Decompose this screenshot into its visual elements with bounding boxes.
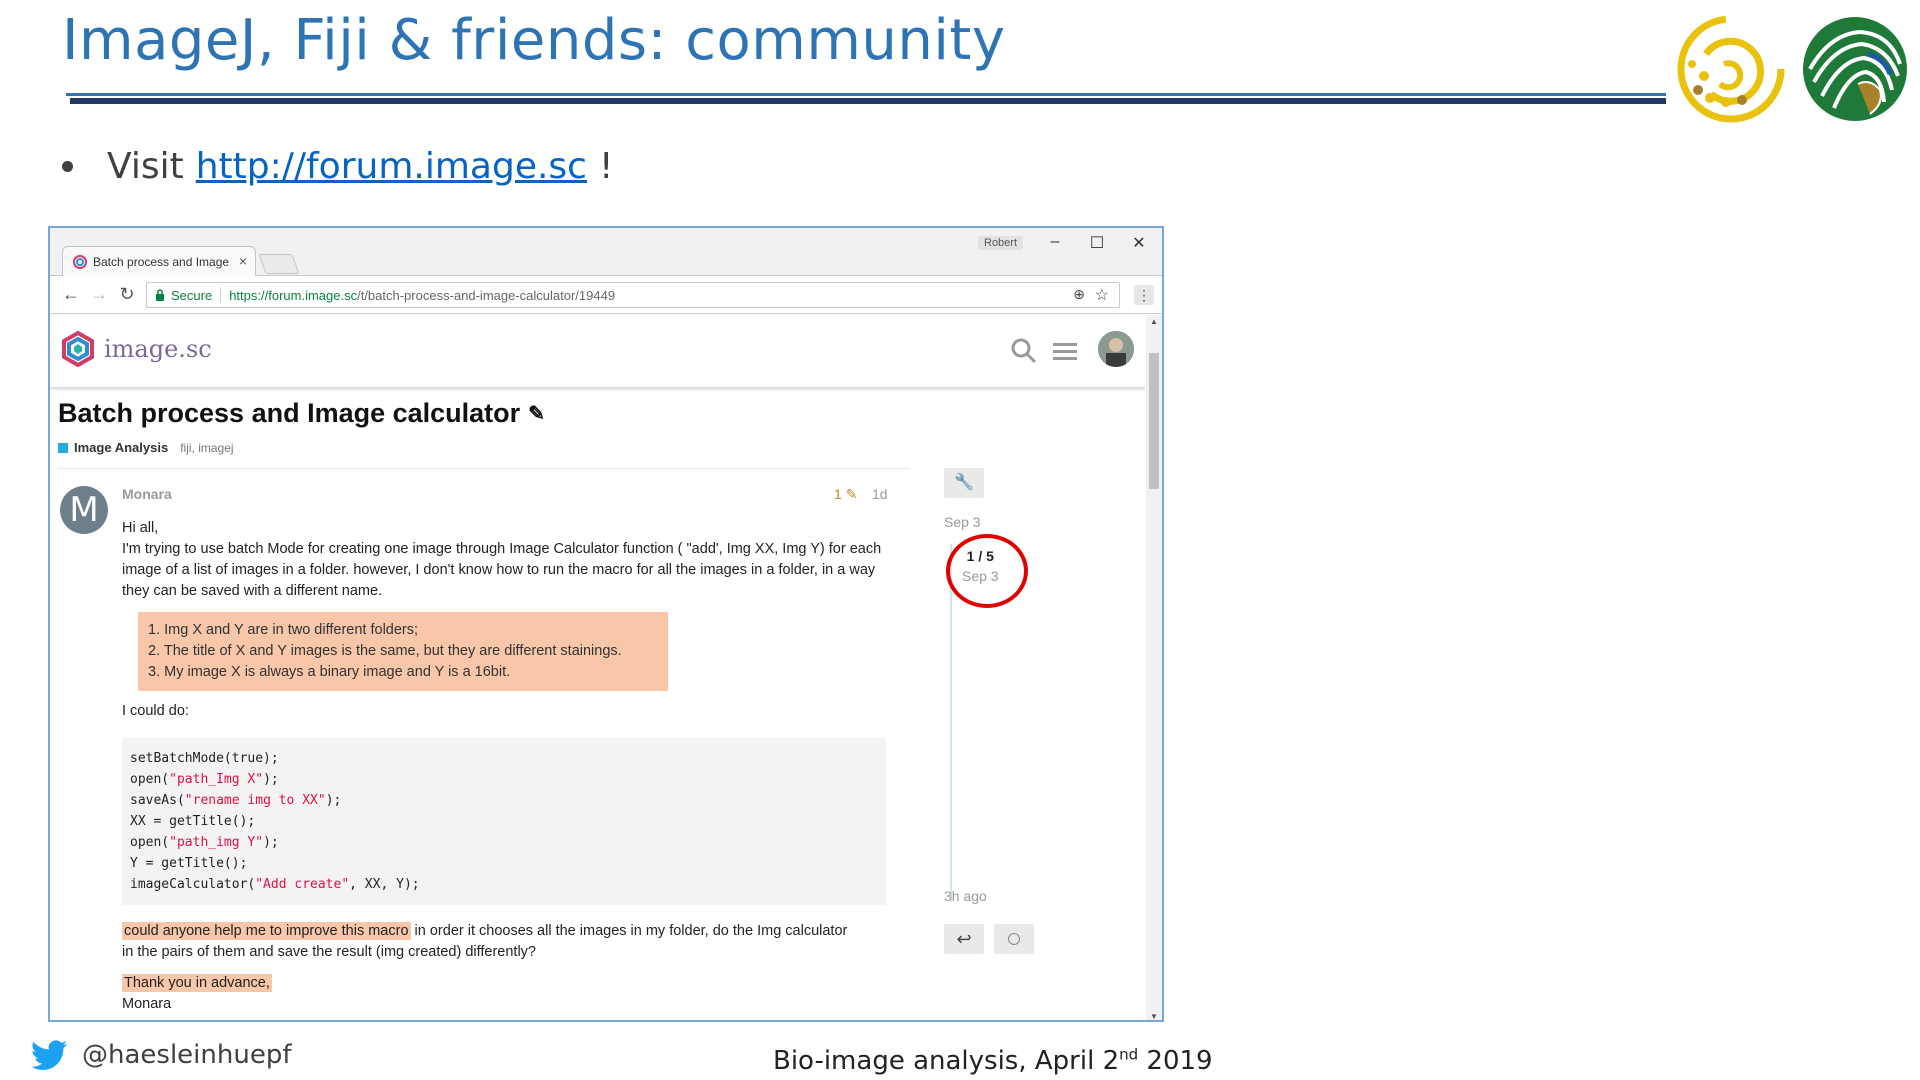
- fiji-logo: [1803, 17, 1907, 121]
- forum-link[interactable]: http://forum.image.sc: [196, 146, 587, 187]
- post-greeting: Hi all,: [122, 520, 159, 536]
- twitter-bird-icon: [32, 1040, 67, 1070]
- code-line: Y = getTitle();: [130, 856, 248, 871]
- topic-divider: [58, 468, 910, 469]
- new-tab-button[interactable]: [258, 254, 300, 274]
- post-question: could anyone help me to improve this mac…: [122, 921, 862, 963]
- post-age[interactable]: 1d: [872, 486, 888, 502]
- scroll-up-icon[interactable]: ▲: [1150, 317, 1158, 326]
- timeline-track[interactable]: [950, 544, 952, 902]
- list-item: 1. Img X and Y are in two different fold…: [148, 622, 419, 638]
- browser-menu-icon[interactable]: ⋮: [1134, 285, 1154, 305]
- topic-title: Batch process and Image calculator ✎: [58, 398, 545, 429]
- browser-tab[interactable]: Batch process and Image ×: [62, 246, 256, 276]
- user-photo-icon: [1098, 331, 1134, 367]
- reply-icon[interactable]: ↩: [944, 924, 984, 954]
- secure-label: Secure: [171, 287, 213, 303]
- lock-icon: [156, 289, 164, 301]
- hamburger-menu-icon[interactable]: [1052, 337, 1078, 365]
- code-line: open("path_Img X");: [130, 772, 279, 787]
- minimize-button[interactable]: –: [1040, 233, 1070, 251]
- forum-header: image.sc: [50, 315, 1146, 387]
- bullet-dot: [62, 161, 73, 172]
- post-author-avatar[interactable]: M: [60, 486, 108, 534]
- topic-meta: Image Analysis fiji, imagej: [58, 440, 234, 455]
- tab-close-icon[interactable]: ×: [239, 253, 247, 269]
- bookmark-star-icon[interactable]: ☆: [1095, 285, 1109, 305]
- post-signature: Monara: [122, 996, 172, 1012]
- tab-title: Batch process and Image: [93, 254, 230, 269]
- annotation-red-circle: [946, 534, 1028, 608]
- tab-bar: Batch process and Image × Robert – ☐ ✕: [50, 228, 1162, 276]
- bullet-suffix: !: [598, 146, 614, 187]
- back-icon[interactable]: ←: [60, 284, 82, 305]
- edit-history-icon: ✎: [845, 486, 858, 502]
- url-field[interactable]: Secure https://forum.image.sc /t/batch-p…: [146, 282, 1120, 308]
- code-line: saveAs("rename img to XX");: [130, 793, 342, 808]
- footer-twitter: @haesleinhuepf: [32, 1040, 292, 1070]
- title-rule-accent: [70, 98, 1666, 104]
- bullet-prefix: Visit: [107, 146, 184, 187]
- address-bar: ← → ↻ Secure https://forum.image.sc /t/b…: [50, 276, 1162, 314]
- imagesc-favicon: [73, 254, 87, 269]
- title-rule: [66, 93, 1666, 96]
- admin-wrench-icon[interactable]: 🔧: [944, 468, 984, 498]
- maximize-button[interactable]: ☐: [1082, 233, 1112, 253]
- topic-tags[interactable]: fiji, imagej: [180, 441, 233, 455]
- edit-pencil-icon[interactable]: ✎: [528, 401, 545, 426]
- twitter-handle: @haesleinhuepf: [82, 1040, 292, 1070]
- site-brand: image.sc: [104, 335, 212, 363]
- requirements-list: 1. Img X and Y are in two different fold…: [138, 612, 668, 691]
- question-highlight: could anyone help me to improve this mac…: [122, 922, 411, 940]
- post-username[interactable]: Monara: [122, 486, 172, 502]
- topic-title-text: Batch process and Image calculator: [58, 398, 521, 428]
- url-host: https://forum.image.sc: [229, 287, 358, 303]
- bullet-visit: Visit http://forum.image.sc !: [62, 146, 613, 187]
- timeline-start-date[interactable]: Sep 3: [944, 514, 981, 530]
- slide-title: ImageJ, Fiji & friends: community: [62, 8, 1006, 73]
- close-window-button[interactable]: ✕: [1124, 233, 1154, 253]
- url-divider: [220, 287, 222, 303]
- page-scrollbar[interactable]: ▲ ▼: [1146, 315, 1162, 1020]
- list-item: 3. My image X is always a binary image a…: [148, 664, 511, 680]
- notification-button[interactable]: [994, 924, 1034, 954]
- imagej-logo: [1677, 15, 1785, 123]
- code-line: XX = getTitle();: [130, 814, 256, 829]
- reload-icon[interactable]: ↻: [116, 284, 138, 305]
- user-avatar[interactable]: [1098, 331, 1134, 367]
- scroll-thumb[interactable]: [1149, 353, 1159, 489]
- zoom-icon[interactable]: ⊕: [1073, 286, 1085, 303]
- notification-circle-icon: [1008, 933, 1020, 945]
- site-logo[interactable]: image.sc: [60, 331, 212, 367]
- profile-badge[interactable]: Robert: [978, 236, 1024, 250]
- browser-window: Batch process and Image × Robert – ☐ ✕ ←…: [48, 226, 1164, 1022]
- forward-icon[interactable]: →: [88, 284, 110, 305]
- timeline-end-date[interactable]: 3h ago: [944, 888, 987, 904]
- edit-count: 1: [834, 486, 842, 502]
- post-intro: I'm trying to use batch Mode for creatin…: [122, 541, 882, 599]
- post-body: Hi all, I'm trying to use batch Mode for…: [122, 518, 912, 1015]
- imagesc-logo-icon: [62, 331, 94, 367]
- code-line: setBatchMode(true);: [130, 751, 279, 766]
- url-path: /t/batch-process-and-image-calculator/19…: [357, 287, 616, 303]
- scroll-down-icon[interactable]: ▼: [1150, 1012, 1158, 1020]
- code-line: imageCalculator("Add create", XX, Y);: [130, 877, 420, 892]
- search-icon[interactable]: [1010, 337, 1038, 365]
- category-link[interactable]: Image Analysis: [74, 440, 168, 455]
- post-edit-count[interactable]: 1 ✎: [834, 486, 857, 503]
- footer-date: Bio-image analysis, April 2nd 2019: [773, 1045, 1213, 1076]
- code-block: setBatchMode(true); open("path_Img X"); …: [122, 738, 886, 905]
- list-item: 2. The title of X and Y images is the sa…: [148, 643, 622, 659]
- category-color-icon: [58, 442, 68, 453]
- could-do-text: I could do:: [122, 703, 189, 719]
- post-thanks: Thank you in advance,: [122, 974, 272, 992]
- code-line: open("path_img Y");: [130, 835, 279, 850]
